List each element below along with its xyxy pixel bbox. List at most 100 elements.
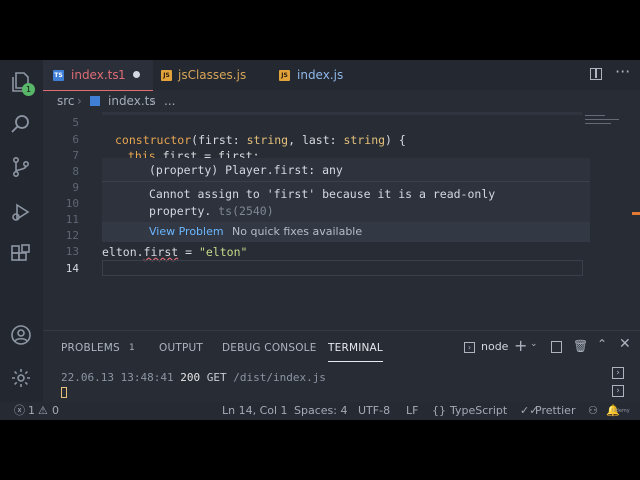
run-debug-icon[interactable] (9, 200, 33, 224)
line-number: 9 (72, 181, 79, 194)
hover-message: Cannot assign to 'first' because it is a… (149, 187, 496, 201)
line-number: 7 (72, 149, 79, 162)
braces-icon: {} (432, 404, 446, 417)
settings-gear-icon[interactable] (9, 366, 33, 390)
account-icon[interactable] (9, 323, 33, 347)
code-text: ) { (385, 133, 406, 147)
javascript-file-icon: JS (161, 70, 172, 81)
terminal-instance-icon[interactable]: › (612, 367, 624, 379)
line-number: 10 (65, 197, 79, 210)
watermark: Udemy (612, 408, 630, 414)
chevron-right-icon: › (77, 94, 82, 108)
terminal-method: GET (206, 371, 227, 384)
breadcrumb-folder[interactable]: src (57, 90, 75, 112)
typescript-file-icon (90, 96, 100, 106)
code-text: = (178, 245, 199, 259)
split-editor-icon[interactable] (590, 68, 602, 80)
more-actions-icon[interactable]: ··· (615, 62, 630, 81)
terminal-instance-icon[interactable]: › (612, 385, 624, 397)
line-number: 11 (65, 213, 79, 226)
breadcrumb: src › index.ts › ... (43, 90, 640, 112)
scroll-shadow (102, 112, 582, 115)
hover-divider (102, 181, 590, 182)
code-text: (first: (191, 133, 247, 147)
code-line-6: constructor(first: string, last: string)… (115, 133, 406, 147)
indentation[interactable]: Spaces: 4 (294, 402, 347, 420)
breadcrumb-more[interactable]: ... (164, 90, 175, 112)
hover-tooltip: (property) Player.first: any Cannot assi… (102, 158, 590, 242)
terminal-shell-name[interactable]: node (481, 340, 508, 353)
encoding[interactable]: UTF-8 (358, 402, 390, 420)
keyword: constructor (115, 133, 192, 147)
hover-error-code: ts(2540) (218, 204, 274, 218)
scrollbar-error-marker (632, 212, 640, 215)
terminal-status-code: 200 (180, 371, 201, 384)
line-number: 12 (65, 229, 79, 242)
explorer-badge: 1 (22, 83, 35, 96)
close-icon[interactable]: ✕ (619, 336, 631, 352)
tab-label: index.ts (71, 68, 119, 82)
search-icon[interactable] (9, 112, 33, 136)
editor-tab-bar: TS index.ts 1 JS jsClasses.js JS index.j… (43, 60, 640, 91)
error-squiggle[interactable]: first (144, 245, 179, 259)
feedback-icon[interactable]: ⚇ (588, 402, 598, 420)
tab-error-count: 1 (118, 68, 126, 82)
breadcrumb-file[interactable]: index.ts (108, 90, 156, 112)
terminal-shell-icon: › (464, 342, 475, 353)
terminal-path: /dist/index.js (233, 371, 326, 384)
view-problem-link[interactable]: View Problem (149, 222, 224, 242)
chevron-up-icon[interactable]: ⌃ (597, 337, 607, 351)
end-of-line[interactable]: LF (406, 402, 418, 420)
typescript-file-icon: TS (53, 70, 64, 81)
line-number: 6 (72, 133, 79, 146)
bottom-panel: PROBLEMS 1 OUTPUT DEBUG CONSOLE TERMINAL… (43, 330, 640, 403)
current-line-highlight (102, 260, 583, 276)
unsaved-dot-icon[interactable] (133, 71, 140, 78)
minimap[interactable] (585, 112, 633, 132)
cursor-position[interactable]: Ln 14, Col 1 (222, 402, 288, 420)
no-quick-fixes-text: No quick fixes available (232, 225, 363, 238)
terminal-cursor (61, 387, 67, 398)
extensions-icon[interactable] (9, 242, 33, 266)
line-number: 5 (72, 116, 79, 129)
line-number: 8 (72, 165, 79, 178)
terminal-time: 22.06.13 13:48:41 (61, 371, 174, 384)
code-text: , last: (288, 133, 344, 147)
tab-terminal[interactable]: TERMINAL (328, 335, 383, 362)
string: "elton" (198, 245, 248, 259)
hover-status-bar: View Problem No quick fixes available (102, 222, 590, 242)
language-mode[interactable]: TypeScript (450, 402, 507, 420)
split-terminal-icon[interactable] (551, 341, 562, 353)
hover-message-line2: property. ts(2540) (149, 204, 274, 218)
hover-signature: (property) Player.first: any (149, 163, 343, 177)
warning-icon[interactable]: ⚠ (38, 402, 48, 420)
code-line-14: elton.first = "elton" (102, 245, 247, 259)
new-terminal-icon[interactable]: + (514, 336, 527, 355)
error-count[interactable]: 1 (28, 402, 35, 420)
activity-bar: 1 (0, 60, 43, 420)
terminal-output-line: 22.06.13 13:48:41 200 GET /dist/index.js (61, 371, 326, 384)
error-icon[interactable]: ⓧ (14, 402, 25, 420)
tab-label: index.js (297, 68, 344, 82)
tab-jsclasses-js[interactable]: JS jsClasses.js (153, 60, 273, 90)
tab-output[interactable]: OUTPUT (159, 331, 203, 365)
tab-label: jsClasses.js (178, 68, 247, 82)
trash-icon[interactable]: 🗑 (573, 339, 588, 353)
warning-count[interactable]: 0 (52, 402, 59, 420)
tab-index-js[interactable]: JS index.js (273, 60, 373, 90)
type: string (343, 133, 386, 147)
line-number: 13 (65, 245, 79, 258)
source-control-icon[interactable] (9, 155, 33, 179)
tab-index-ts[interactable]: TS index.ts 1 (43, 60, 153, 91)
type: string (246, 133, 289, 147)
chevron-right-icon: › (151, 94, 156, 108)
vscode-window: 1 TS index.ts 1 JS jsClasses.js JS index… (0, 60, 640, 420)
hover-message-text: property. (149, 204, 212, 218)
javascript-file-icon: JS (279, 70, 290, 81)
chevron-down-icon[interactable]: ⌄ (530, 339, 538, 349)
formatter[interactable]: Prettier (535, 402, 575, 420)
problems-count-badge: 1 (129, 343, 135, 353)
code-text: elton. (102, 245, 144, 259)
tab-problems[interactable]: PROBLEMS (61, 331, 120, 365)
tab-debug-console[interactable]: DEBUG CONSOLE (222, 331, 317, 365)
